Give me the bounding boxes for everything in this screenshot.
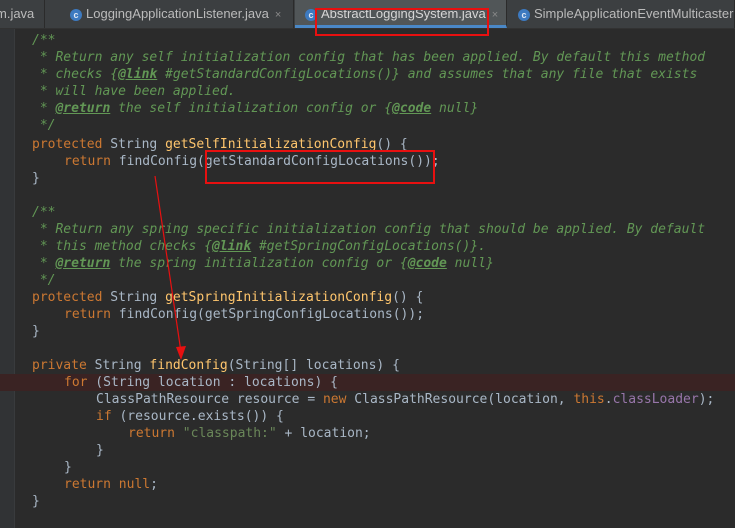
arrow-line: [154, 175, 182, 353]
arrow-head: [176, 346, 186, 360]
annotation-arrow: [154, 175, 186, 360]
